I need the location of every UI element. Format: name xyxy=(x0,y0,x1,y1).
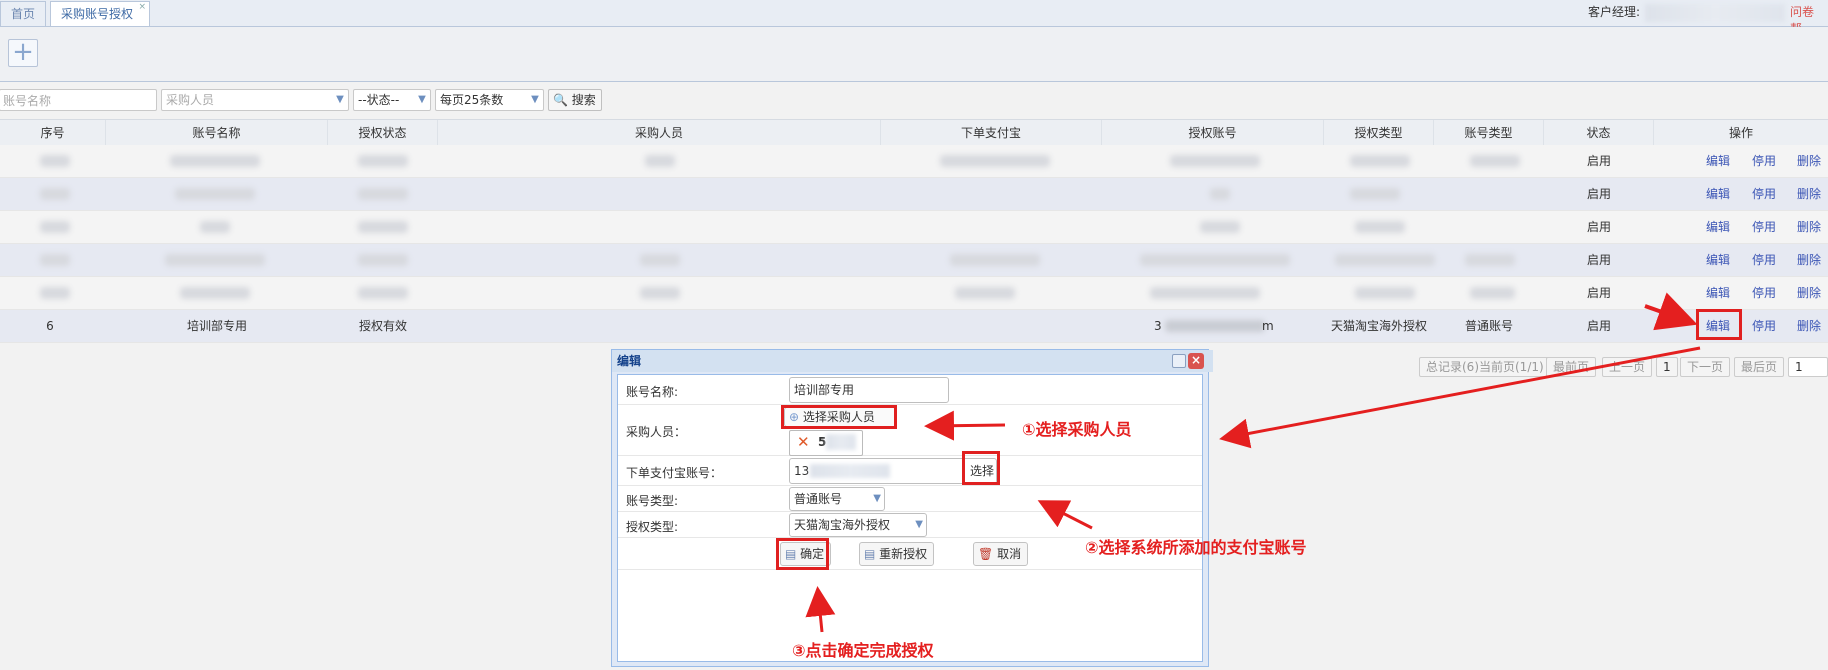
arrow-to-edit xyxy=(1644,292,1698,331)
arrow-step2 xyxy=(1037,500,1093,530)
annotation-arrows xyxy=(805,292,1701,633)
arrow-edit-to-dialog xyxy=(1219,346,1701,449)
arrow-step3 xyxy=(805,586,836,633)
arrow-step1 xyxy=(924,410,1006,441)
